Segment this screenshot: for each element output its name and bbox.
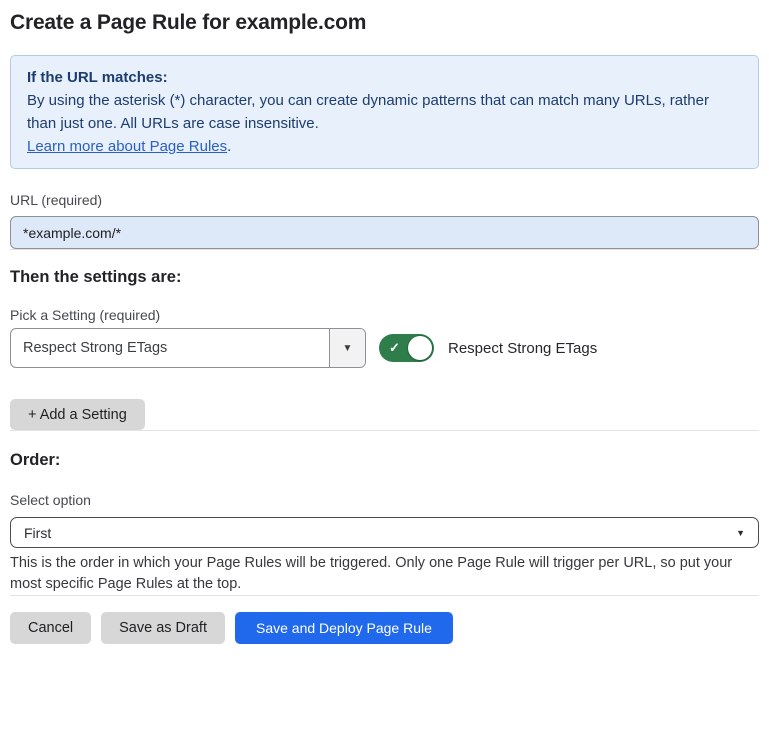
url-field-label: URL (required) — [10, 192, 759, 209]
setting-select-value: Respect Strong ETags — [11, 329, 329, 367]
create-page-rule-form: Create a Page Rule for example.com If th… — [0, 11, 769, 644]
footer-actions: Cancel Save as Draft Save and Deploy Pag… — [10, 612, 759, 644]
order-select-value: First — [24, 525, 51, 541]
order-select[interactable]: First ▼ — [10, 517, 759, 548]
pick-setting-label: Pick a Setting (required) — [10, 307, 759, 324]
check-icon: ✓ — [389, 340, 400, 356]
setting-toggle-label: Respect Strong ETags — [448, 340, 597, 357]
info-link-line: Learn more about Page Rules. — [27, 135, 742, 158]
footer-divider — [10, 595, 759, 596]
setting-select[interactable]: Respect Strong ETags ▼ — [10, 328, 366, 368]
dropdown-arrow-icon: ▼ — [343, 343, 353, 354]
info-link-suffix: . — [227, 138, 231, 155]
order-select-label: Select option — [10, 492, 759, 509]
toggle-knob — [408, 336, 432, 360]
setting-select-arrow-button[interactable]: ▼ — [329, 329, 365, 367]
info-box-body: By using the asterisk (*) character, you… — [27, 89, 742, 135]
info-box-heading: If the URL matches: — [27, 66, 742, 89]
learn-more-link[interactable]: Learn more about Page Rules — [27, 138, 227, 155]
section-divider — [10, 249, 759, 250]
order-help-text: This is the order in which your Page Rul… — [10, 553, 759, 595]
setting-row: Respect Strong ETags ▼ ✓ Respect Strong … — [10, 328, 759, 368]
save-draft-button[interactable]: Save as Draft — [101, 612, 225, 644]
settings-heading: Then the settings are: — [10, 268, 759, 287]
chevron-down-icon: ▼ — [736, 528, 745, 538]
order-heading: Order: — [10, 451, 759, 470]
save-deploy-button[interactable]: Save and Deploy Page Rule — [235, 612, 453, 644]
cancel-button[interactable]: Cancel — [10, 612, 91, 644]
add-setting-button[interactable]: + Add a Setting — [10, 399, 145, 430]
section-divider — [10, 430, 759, 431]
page-title: Create a Page Rule for example.com — [10, 11, 759, 35]
url-match-info-box: If the URL matches: By using the asteris… — [10, 55, 759, 169]
url-input[interactable] — [10, 216, 759, 249]
setting-toggle[interactable]: ✓ — [379, 334, 434, 362]
